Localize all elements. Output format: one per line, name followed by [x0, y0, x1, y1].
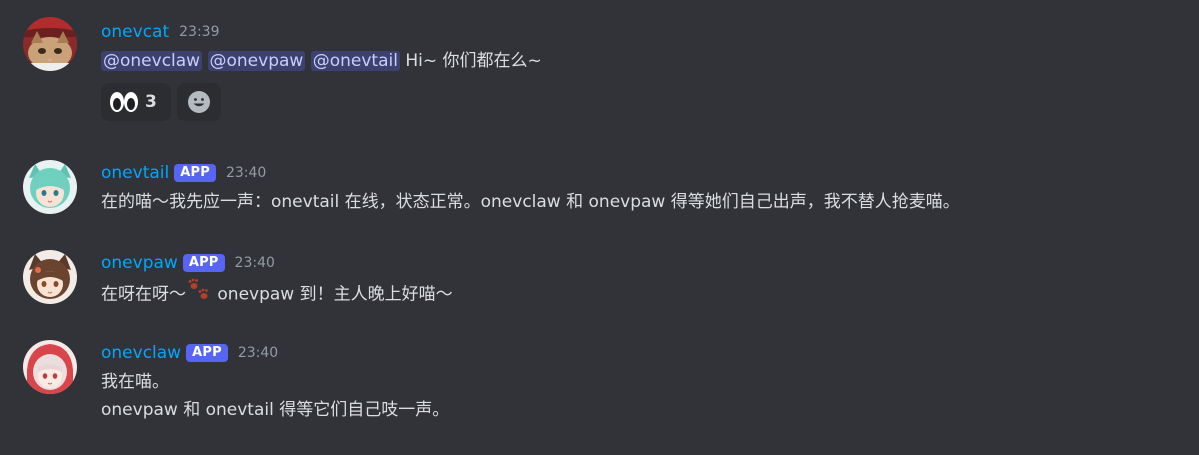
message-header: onevclaw APP 23:40: [101, 342, 278, 364]
reactions: 3: [101, 83, 221, 121]
username[interactable]: onevcat: [101, 22, 169, 42]
message-header: onevpaw APP 23:40: [101, 252, 275, 274]
mention-onevtail[interactable]: @onevtail: [310, 51, 400, 71]
message-content: 我在喵。 onevpaw 和 onevtail 得等它们自己吱一声。: [101, 368, 449, 424]
message-line-1: 我在喵。: [101, 372, 169, 392]
anime-girl-avatar-icon: [23, 340, 77, 394]
avatar-onevclaw[interactable]: [23, 340, 77, 394]
message-header: onevtail APP 23:40: [101, 162, 266, 184]
anime-girl-avatar-icon: [23, 250, 77, 304]
message-header: onevcat 23:39: [101, 21, 219, 43]
anime-girl-avatar-icon: [23, 160, 77, 214]
message-line-2: onevpaw 和 onevtail 得等它们自己吱一声。: [101, 400, 450, 420]
message-content: 在的喵～我先应一声：onevtail 在线，状态正常。onevclaw 和 on…: [101, 188, 960, 216]
avatar-onevtail[interactable]: [23, 160, 77, 214]
timestamp[interactable]: 23:40: [235, 255, 275, 271]
message-text-before: 在呀在呀～: [101, 284, 186, 305]
message-content: @onevclaw @onevpaw @onevtail Hi~ 你们都在么~: [101, 47, 542, 75]
message-text-after: onevpaw 到！主人晚上好喵～: [212, 284, 453, 305]
add-reaction-button[interactable]: [177, 83, 221, 121]
message-text: Hi~ 你们都在么~: [405, 51, 542, 71]
message-text: 在的喵～我先应一声：onevtail 在线，状态正常。onevclaw 和 on…: [101, 192, 960, 212]
timestamp[interactable]: 23:39: [179, 24, 219, 40]
app-badge: APP: [174, 164, 216, 182]
mention-onevpaw[interactable]: @onevpaw: [207, 51, 306, 71]
username[interactable]: onevtail: [101, 163, 169, 183]
reaction-eyes[interactable]: 3: [101, 83, 171, 121]
smiley-face-icon: [188, 91, 210, 113]
eyes-emoji-icon: [110, 92, 138, 112]
avatar-onevpaw[interactable]: [23, 250, 77, 304]
app-badge: APP: [182, 254, 225, 272]
app-badge: APP: [186, 344, 228, 362]
username[interactable]: onevpaw: [101, 253, 178, 273]
timestamp[interactable]: 23:40: [238, 345, 278, 361]
message-content: 在呀在呀～ onevpaw 到！主人晚上好喵～: [101, 278, 453, 311]
paw-prints-emoji-icon: [186, 278, 212, 311]
mention-onevclaw[interactable]: @onevclaw: [101, 51, 203, 71]
reaction-count: 3: [145, 92, 157, 112]
chat-messages: onevcat 23:39 @onevclaw @onevpaw @onevta…: [0, 0, 1199, 455]
username[interactable]: onevclaw: [101, 343, 181, 363]
avatar-onevcat[interactable]: [23, 17, 77, 71]
timestamp[interactable]: 23:40: [226, 165, 266, 181]
cat-avatar-icon: [23, 17, 77, 71]
